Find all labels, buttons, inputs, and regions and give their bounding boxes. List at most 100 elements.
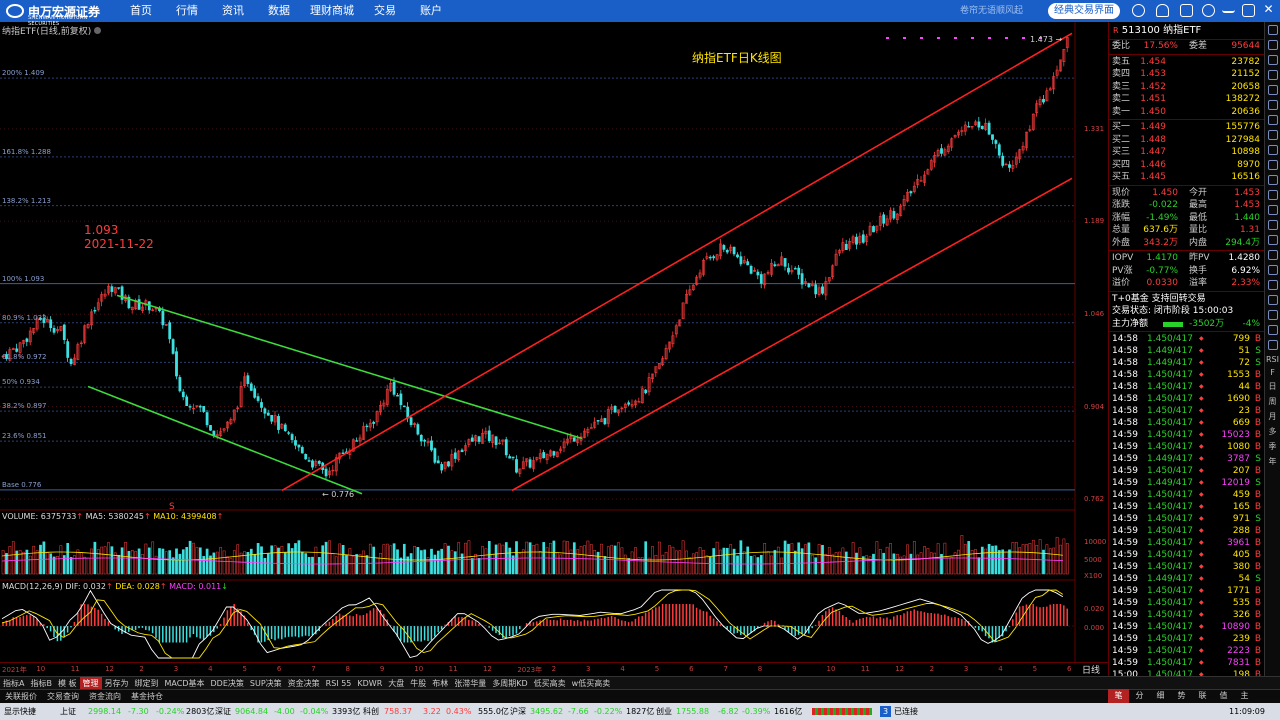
indicator-tab-4[interactable]: 另存为 [102, 677, 132, 689]
nav-item-0[interactable]: 首页 [118, 0, 164, 22]
period-shortcut-1[interactable]: F [1265, 368, 1280, 377]
maximize-icon[interactable] [1242, 4, 1255, 17]
quote-tab-6[interactable]: 主 [1234, 689, 1255, 703]
bid-row[interactable]: 买五 1.445 16516 [1109, 171, 1264, 184]
tool-icon[interactable] [1267, 340, 1278, 350]
tool-icon[interactable] [1267, 145, 1278, 155]
nav-item-1[interactable]: 行情 [164, 0, 210, 22]
quote-tab-2[interactable]: 细 [1150, 689, 1171, 703]
period-shortcut-2[interactable]: 日 [1265, 381, 1280, 392]
minimize-icon[interactable] [1222, 4, 1235, 13]
tool-icon[interactable] [1267, 250, 1278, 260]
volume-bar [950, 557, 954, 575]
indicator-tab-3[interactable]: 管理 [79, 677, 102, 689]
period-shortcut-0[interactable]: RSI [1265, 355, 1280, 364]
tool-icon[interactable] [1267, 55, 1278, 65]
period-shortcut-7[interactable]: 年 [1265, 456, 1280, 467]
indicator-tab-14[interactable]: 布林 [429, 677, 451, 689]
bid-row[interactable]: 买二 1.448 127984 [1109, 134, 1264, 147]
indicator-tab-7[interactable]: DDE决策 [208, 677, 247, 689]
tool-icon[interactable] [1267, 295, 1278, 305]
period-shortcut-5[interactable]: 多 [1265, 426, 1280, 437]
ask-row[interactable]: 卖四 1.453 21152 [1109, 68, 1264, 81]
tool-icon[interactable] [1267, 85, 1278, 95]
tool-icon[interactable] [1267, 175, 1278, 185]
close-icon[interactable]: ✕ [1262, 3, 1275, 17]
tool-icon[interactable] [1267, 310, 1278, 320]
show-shortcut[interactable]: 显示快捷 [4, 703, 36, 720]
quote-tab-0[interactable]: 笔 [1108, 689, 1129, 703]
cy-change: -6.82 [718, 707, 739, 716]
quote-tab-5[interactable]: 值 [1213, 689, 1234, 703]
headset-icon[interactable] [1156, 4, 1169, 17]
bottom-tab-1[interactable]: 交易查询 [42, 690, 84, 703]
tick-price: 1.450/417 [1147, 622, 1193, 632]
bottom-tab-3[interactable]: 基金持仓 [126, 690, 168, 703]
nav-item-3[interactable]: 数据 [256, 0, 302, 22]
tool-icon[interactable] [1267, 130, 1278, 140]
tool-icon[interactable] [1267, 280, 1278, 290]
quote-tab-3[interactable]: 势 [1171, 689, 1192, 703]
quote-tab-4[interactable]: 联 [1192, 689, 1213, 703]
ask-row[interactable]: 卖五 1.454 23782 [1109, 56, 1264, 69]
tool-icon[interactable] [1267, 265, 1278, 275]
indicator-tab-8[interactable]: SUP决策 [247, 677, 285, 689]
bottom-tab-0[interactable]: 关联报价 [0, 690, 42, 703]
gear-icon[interactable] [1202, 4, 1215, 17]
indicator-tab-10[interactable]: RSI 55 [323, 677, 355, 689]
bid-row[interactable]: 买三 1.447 10898 [1109, 146, 1264, 159]
tool-icon[interactable] [1267, 220, 1278, 230]
user-icon[interactable] [1132, 4, 1145, 17]
tool-icon[interactable] [1267, 235, 1278, 245]
indicator-tab-9[interactable]: 资金决策 [285, 677, 323, 689]
indicator-tab-16[interactable]: 多周期KD [489, 677, 530, 689]
indicator-tab-0[interactable]: 指标A [0, 677, 27, 689]
ask-row[interactable]: 卖一 1.450 20636 [1109, 106, 1264, 119]
tick-direction: S [1255, 478, 1261, 488]
settings-dot-icon[interactable] [94, 27, 102, 34]
period-label[interactable]: 日线 [1082, 663, 1100, 676]
tool-icon[interactable] [1267, 325, 1278, 335]
tool-icon[interactable] [1267, 190, 1278, 200]
tool-icon[interactable] [1267, 205, 1278, 215]
period-shortcut-4[interactable]: 月 [1265, 411, 1280, 422]
tool-icon[interactable] [1267, 100, 1278, 110]
nav-item-2[interactable]: 资讯 [210, 0, 256, 22]
indicator-tab-11[interactable]: KDWR [354, 677, 385, 689]
period-shortcut-3[interactable]: 周 [1265, 396, 1280, 407]
mail-icon[interactable] [1180, 4, 1193, 17]
tool-icon[interactable] [1267, 160, 1278, 170]
indicator-tab-6[interactable]: MACD基本 [162, 677, 208, 689]
bottom-tab-2[interactable]: 资金流向 [84, 690, 126, 703]
tool-icon[interactable] [1267, 115, 1278, 125]
indicator-tab-15[interactable]: 张滞华量 [451, 677, 489, 689]
tool-icon[interactable] [1267, 70, 1278, 80]
tool-icon[interactable] [1267, 40, 1278, 50]
ask-row[interactable]: 卖三 1.452 20658 [1109, 81, 1264, 94]
chart-canvas[interactable]: S [0, 22, 1108, 676]
news-ticker[interactable]: 卷帘无语顺风起 [960, 0, 1023, 22]
indicator-tab-17[interactable]: 低买高卖 [531, 677, 569, 689]
tick-list[interactable]: 14:58 1.450/417 ◆ 799 B 14:58 1.449/417 ◆ 51 S 14:… [1109, 333, 1264, 681]
weibi-row: 委比 17.56% 委差 95644 [1109, 40, 1264, 53]
kline-chart-area[interactable]: S 纳指ETF(日线,前复权) 纳指ETF日K线图 1.093 2021-11-… [0, 22, 1108, 676]
tick-direction: B [1254, 418, 1261, 428]
bid-row[interactable]: 买四 1.446 8970 [1109, 159, 1264, 172]
nav-item-4[interactable]: 理财商城 [302, 0, 362, 22]
candle-body [515, 459, 518, 473]
indicator-tab-5[interactable]: 绑定到 [132, 677, 162, 689]
indicator-tab-13[interactable]: 牛股 [407, 677, 429, 689]
nav-item-5[interactable]: 交易 [362, 0, 408, 22]
bid-row[interactable]: 买一 1.449 155776 [1109, 121, 1264, 134]
indicator-tab-18[interactable]: w低买高卖 [569, 677, 614, 689]
nav-item-6[interactable]: 账户 [408, 0, 454, 22]
ask-row[interactable]: 卖二 1.451 138272 [1109, 93, 1264, 106]
indicator-tab-1[interactable]: 指标B [27, 677, 55, 689]
period-shortcut-6[interactable]: 季 [1265, 441, 1280, 452]
quote-tab-1[interactable]: 分 [1129, 689, 1150, 703]
classic-trade-button[interactable]: 经典交易界面 [1048, 3, 1120, 19]
indicator-tab-12[interactable]: 大盘 [385, 677, 407, 689]
ask-row-label: 卖三 [1112, 81, 1131, 92]
indicator-tab-2[interactable]: 模 板 [55, 677, 80, 689]
tool-icon[interactable] [1267, 25, 1278, 35]
